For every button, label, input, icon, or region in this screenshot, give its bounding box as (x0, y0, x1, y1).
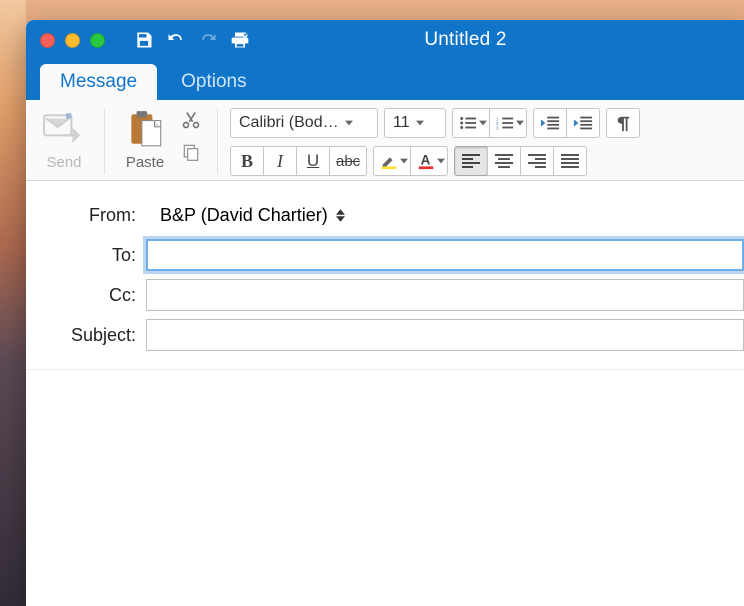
titlebar: Untitled 2 (26, 20, 744, 60)
cc-row: Cc: (26, 275, 744, 315)
svg-text:3: 3 (496, 125, 499, 130)
from-label: From: (26, 205, 146, 226)
paste-group: Paste (117, 106, 173, 173)
zoom-window-button[interactable] (90, 33, 105, 48)
send-button[interactable] (42, 108, 86, 150)
font-size-select[interactable]: 11 (384, 108, 446, 138)
align-left-button[interactable] (454, 146, 488, 176)
svg-text:A: A (421, 153, 431, 168)
close-window-button[interactable] (40, 33, 55, 48)
compose-window: Untitled 2 Message Options Send (26, 20, 744, 606)
font-family-select[interactable]: Calibri (Bod… (230, 108, 378, 138)
window-title: Untitled 2 (261, 29, 730, 51)
cc-input[interactable] (146, 279, 744, 311)
align-center-button[interactable] (487, 146, 521, 176)
redo-icon (197, 29, 219, 51)
underline-button[interactable]: U (296, 146, 330, 176)
chevron-down-icon (345, 114, 353, 132)
updown-icon (336, 209, 345, 222)
subject-row: Subject: (26, 315, 744, 355)
tab-message[interactable]: Message (40, 64, 157, 100)
align-right-button[interactable] (520, 146, 554, 176)
print-icon[interactable] (229, 29, 251, 51)
align-justify-button[interactable] (553, 146, 587, 176)
from-account-select[interactable]: B&P (David Chartier) (146, 205, 744, 226)
save-icon[interactable] (133, 29, 155, 51)
chevron-down-icon (437, 152, 445, 170)
strikethrough-button[interactable]: abc (329, 146, 367, 176)
paste-button[interactable] (123, 108, 167, 150)
subject-input[interactable] (146, 319, 744, 351)
to-label: To: (26, 245, 146, 266)
send-label: Send (46, 154, 81, 171)
outdent-button[interactable] (533, 108, 567, 138)
toolbar-divider (217, 108, 218, 174)
chevron-down-icon (516, 114, 524, 132)
send-group: Send (36, 106, 92, 176)
from-account-value: B&P (David Chartier) (160, 205, 328, 226)
paragraph-marks-button[interactable] (606, 108, 640, 138)
numbered-list-button[interactable]: 123 (489, 108, 527, 138)
formatting-area: Calibri (Bod… 11 123 (230, 106, 640, 176)
toolbar-divider (104, 108, 105, 174)
message-header-fields: From: B&P (David Chartier) To: Cc: Subje… (26, 181, 744, 369)
chevron-down-icon (416, 114, 424, 132)
indent-button[interactable] (566, 108, 600, 138)
italic-button[interactable]: I (263, 146, 297, 176)
message-body[interactable] (26, 369, 744, 606)
minimize-window-button[interactable] (65, 33, 80, 48)
to-input[interactable] (146, 239, 744, 271)
bold-button[interactable]: B (230, 146, 264, 176)
from-row: From: B&P (David Chartier) (26, 195, 744, 235)
desktop-wallpaper (0, 0, 26, 606)
font-color-button[interactable]: A (410, 146, 448, 176)
chevron-down-icon (400, 152, 408, 170)
font-size-value: 11 (393, 114, 410, 132)
window-controls (40, 33, 105, 48)
ribbon-tabs: Message Options (26, 60, 744, 100)
highlight-color-button[interactable] (373, 146, 411, 176)
cut-button[interactable] (177, 106, 205, 134)
bullet-list-button[interactable] (452, 108, 490, 138)
tab-options[interactable]: Options (161, 64, 266, 100)
paste-label: Paste (126, 154, 164, 171)
font-family-value: Calibri (Bod… (239, 114, 339, 132)
chevron-down-icon (479, 114, 487, 132)
ribbon-toolbar: Send Paste (26, 100, 744, 181)
copy-button[interactable] (177, 138, 205, 166)
to-row: To: (26, 235, 744, 275)
cc-label: Cc: (26, 285, 146, 306)
undo-icon[interactable] (165, 29, 187, 51)
subject-label: Subject: (26, 325, 146, 346)
